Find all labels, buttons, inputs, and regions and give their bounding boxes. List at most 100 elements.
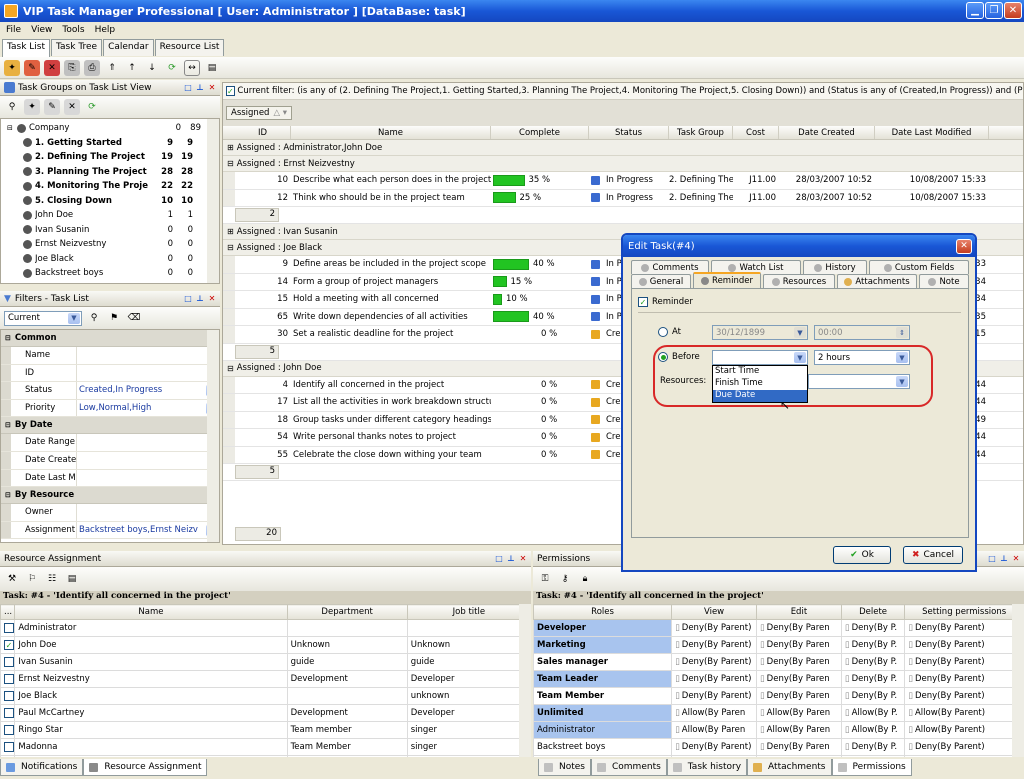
option-finish-time[interactable]: Finish Time: [713, 378, 807, 390]
minimize-button[interactable]: ▁: [966, 2, 984, 19]
at-date-input[interactable]: 30/12/1899 ▼: [712, 325, 808, 340]
filter-row[interactable]: Date Create: [1, 451, 219, 470]
resource-column-header[interactable]: ...: [0, 604, 16, 620]
tab-resource-list[interactable]: Resource List: [154, 39, 225, 56]
resource-scrollbar[interactable]: [519, 604, 531, 757]
permission-cell[interactable]: ▯Deny(By Parent): [904, 636, 1024, 654]
filter-icon[interactable]: ⚲: [4, 99, 20, 115]
before-amount-select[interactable]: 2 hours ▼: [814, 350, 910, 365]
resource-options-icon[interactable]: ▤: [64, 571, 80, 587]
resource-row[interactable]: Administrator: [0, 619, 531, 637]
menu-tools[interactable]: Tools: [62, 25, 84, 35]
permission-row[interactable]: Marketing ▯ Deny(By Parent) ▯ Deny(By Paren ▯…: [533, 636, 1024, 654]
permission-cell[interactable]: ▯Deny(By P.: [840, 653, 906, 671]
filter-value[interactable]: [77, 434, 219, 451]
resource-assign-checkbox[interactable]: ✓: [4, 639, 14, 650]
task-group-item[interactable]: John Doe 1 1: [1, 208, 219, 223]
permission-cell[interactable]: ▯Deny(By Parent): [671, 687, 757, 705]
permission-column-header[interactable]: Edit: [755, 604, 842, 620]
collapse-icon[interactable]: ⊟: [5, 421, 11, 429]
tab-task-list[interactable]: Task List: [2, 39, 51, 57]
task-group-item[interactable]: ⊟ Company 0 89: [1, 121, 219, 136]
permission-cell[interactable]: ▯Deny(By Parent): [671, 670, 757, 688]
permission-cell[interactable]: ▯Deny(By Parent): [904, 755, 1024, 757]
permission-row[interactable]: Sales manager ▯ Deny(By Parent) ▯ Deny(By Pa…: [533, 653, 1024, 671]
refresh-groups-icon[interactable]: ⟳: [84, 99, 100, 115]
view-options-icon[interactable]: ▤: [204, 60, 220, 76]
group-expand-icon[interactable]: ⊟: [227, 159, 234, 168]
permission-cell[interactable]: ▯Deny(By Parent): [904, 670, 1024, 688]
filters-close-icon[interactable]: ✕: [207, 294, 217, 304]
copy-task-icon[interactable]: ⎘: [64, 59, 80, 76]
tab-notifications[interactable]: Notifications: [0, 759, 84, 776]
permission-cell[interactable]: ▯Deny(By P.: [840, 755, 906, 757]
resource-assign-checkbox[interactable]: [4, 741, 14, 752]
permission-cell[interactable]: ▯Deny(By Parent): [671, 755, 757, 757]
permission-cell[interactable]: ▯Deny(By Parent): [904, 687, 1024, 705]
tab-notes[interactable]: Notes: [538, 759, 591, 776]
filter-row[interactable]: StatusCreated,In Progress▼: [1, 382, 219, 400]
group-expand-icon[interactable]: ⊟: [227, 364, 234, 373]
task-group-item[interactable]: Backstreet boys 0 0: [1, 266, 219, 281]
task-group-item[interactable]: 1. Getting Started 9 9: [1, 136, 219, 151]
permission-cell[interactable]: ▯Deny(By P.: [840, 738, 906, 756]
permission-cell[interactable]: ▯ Allow(By Parent): [904, 721, 1024, 739]
permission-cell[interactable]: ▯Deny(By P.: [840, 670, 906, 688]
permission-column-header[interactable]: View: [671, 604, 757, 620]
dialog-close-button[interactable]: ✕: [956, 238, 972, 254]
filter-value[interactable]: [77, 504, 219, 521]
before-type-select[interactable]: ▼: [712, 350, 808, 365]
filter-enabled-checkbox[interactable]: ✓: [226, 86, 235, 96]
permission-cell[interactable]: ▯Deny(By Paren: [755, 636, 842, 654]
tab-resource-assignment[interactable]: Resource Assignment: [83, 759, 208, 776]
column-header[interactable]: Status: [589, 126, 669, 139]
dtab-resources[interactable]: Resources: [763, 274, 835, 288]
ra-dock-icon[interactable]: ⊥: [506, 554, 516, 564]
tab-permissions[interactable]: Permissions: [831, 759, 912, 776]
delete-task-icon[interactable]: ✕: [44, 59, 60, 76]
permission-cell[interactable]: ▯ Allow(By Paren: [755, 704, 842, 722]
task-row[interactable]: 12 Think who should be in the project tea…: [223, 189, 1023, 207]
permission-column-header[interactable]: Roles: [533, 604, 673, 620]
column-header[interactable]: Complete: [491, 126, 589, 139]
resource-column-header[interactable]: Job title: [406, 604, 531, 620]
task-group-item[interactable]: Ernst Neizvestny 0 0: [1, 237, 219, 252]
ra-pin-icon[interactable]: □: [494, 554, 504, 564]
option-start-time[interactable]: Start Time: [713, 366, 807, 378]
filter-value[interactable]: Backstreet boys,Ernst Neizv▼: [77, 522, 219, 539]
permission-cell[interactable]: ▯Deny(By Paren: [755, 687, 842, 705]
resource-row[interactable]: Joe Black unknown: [0, 687, 531, 705]
menu-file[interactable]: File: [6, 25, 21, 35]
permission-cell[interactable]: ▯ Allow(By P.: [840, 721, 906, 739]
filters-dock-icon[interactable]: ⊥: [195, 294, 205, 304]
tab-task-history[interactable]: Task history: [666, 759, 748, 776]
resource-list-icon[interactable]: ☷: [44, 571, 60, 587]
resource-row[interactable]: Ivan Susanin guide guide: [0, 653, 531, 671]
filter-value[interactable]: [77, 347, 219, 364]
perm-pin-icon[interactable]: □: [987, 554, 997, 564]
at-radio[interactable]: [658, 327, 668, 337]
arrow-up-icon[interactable]: ↑: [124, 60, 140, 76]
maximize-button[interactable]: ❐: [985, 2, 1003, 19]
option-due-date[interactable]: Due Date: [713, 390, 807, 402]
permission-cell[interactable]: ▯Deny(By Parent): [904, 619, 1024, 637]
tab-comments[interactable]: Comments: [591, 759, 667, 776]
save-filter-icon[interactable]: ⚑: [106, 310, 122, 326]
dtab-custom-fields[interactable]: Custom Fields: [869, 260, 969, 274]
filter-section-header[interactable]: ⊟ Common: [1, 330, 219, 347]
task-group-item[interactable]: Joe Black 0 0: [1, 252, 219, 267]
unassign-resource-icon[interactable]: ⚐: [24, 571, 40, 587]
permission-row[interactable]: Administrator ▯ Allow(By Paren ▯ Allow(By Pa…: [533, 721, 1024, 739]
resource-assign-checkbox[interactable]: [4, 707, 14, 718]
filter-row[interactable]: ID: [1, 364, 219, 383]
permission-column-header[interactable]: Delete: [840, 604, 906, 620]
permission-row[interactable]: Team Leader ▯ Deny(By Parent) ▯ Deny(By Pare…: [533, 670, 1024, 688]
ok-button[interactable]: ✔ Ok: [833, 546, 891, 564]
lock-icon[interactable]: 🔒︎: [577, 571, 593, 587]
edit-permission-icon[interactable]: ⚷: [557, 571, 573, 587]
dtab-history[interactable]: History: [803, 260, 867, 274]
permission-cell[interactable]: ▯ Allow(By Paren: [671, 704, 757, 722]
collapse-icon[interactable]: ⊟: [5, 491, 11, 499]
column-header[interactable]: Name: [291, 126, 491, 139]
resource-row[interactable]: Paul McCartney Development Developer: [0, 704, 531, 722]
